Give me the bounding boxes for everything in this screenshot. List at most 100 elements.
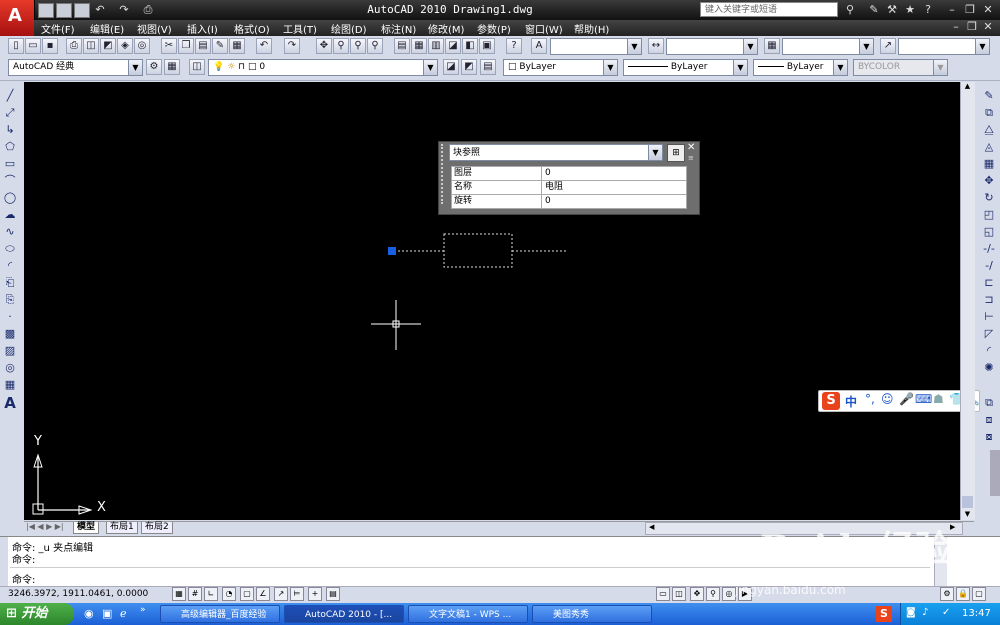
object-snap-icon[interactable]: ▢: [240, 587, 254, 601]
linetype-select[interactable]: ByLayer ▼: [623, 59, 748, 76]
panel-close-icon[interactable]: ✕: [687, 142, 695, 153]
user-icon[interactable]: ☗: [933, 392, 944, 406]
doc-minimize-icon[interactable]: –: [948, 20, 964, 34]
help-toolbar-icon[interactable]: ?: [506, 38, 522, 54]
point-icon[interactable]: ·: [2, 309, 18, 324]
pan-status-icon[interactable]: ✥: [690, 587, 704, 601]
scroll-up-icon[interactable]: ▲: [962, 82, 973, 92]
menu-file[interactable]: 文件(F): [41, 21, 75, 36]
cut-icon[interactable]: ✂: [161, 38, 177, 54]
send-back-icon[interactable]: ⧇: [981, 429, 997, 444]
panel-options-icon[interactable]: ≡: [688, 154, 694, 162]
print-preview-icon[interactable]: ◫: [83, 38, 99, 54]
coordinate-display[interactable]: 3246.3972, 1911.0461, 0.0000: [8, 589, 148, 599]
polar-tracking-icon[interactable]: ◔: [222, 587, 236, 601]
extend-icon[interactable]: -/: [981, 258, 997, 273]
multileader-style-icon[interactable]: ↗: [880, 38, 896, 54]
menu-modify[interactable]: 修改(M): [428, 21, 464, 36]
stretch-icon[interactable]: ◱: [981, 224, 997, 239]
select-objects-icon[interactable]: ⊞: [667, 144, 685, 162]
undo-icon[interactable]: ↶: [92, 3, 108, 17]
gradient-icon[interactable]: ▨: [2, 343, 18, 358]
offset-icon[interactable]: ◬: [981, 139, 997, 154]
zoom-previous-icon[interactable]: ⚲: [367, 38, 383, 54]
doc-restore-icon[interactable]: ❐: [964, 20, 980, 34]
menu-edit[interactable]: 编辑(E): [90, 21, 124, 36]
workspace-switch-icon[interactable]: ⚙: [940, 587, 954, 601]
taskbar-item-active[interactable]: AutoCAD 2010 - [...: [284, 605, 404, 623]
clock[interactable]: 13:47: [962, 608, 991, 619]
quicklaunch-office-icon[interactable]: ▣: [102, 607, 112, 620]
doc-close-icon[interactable]: ✕: [980, 20, 996, 34]
binoculars-icon[interactable]: ⚲: [842, 3, 858, 17]
etransmit-icon[interactable]: ◎: [134, 38, 150, 54]
text-style-select[interactable]: ▼: [550, 38, 642, 55]
zoom-window-icon[interactable]: ⚲: [350, 38, 366, 54]
microphone-icon[interactable]: 🎤: [899, 392, 914, 406]
dim-style-select[interactable]: ▼: [666, 38, 758, 55]
trim-icon[interactable]: -/-: [981, 241, 997, 256]
polygon-icon[interactable]: ⬠: [2, 139, 18, 154]
dim-style-icon[interactable]: ↔: [648, 38, 664, 54]
layer-select[interactable]: 💡 ☼ ⊓ □ 0 ▼: [208, 59, 438, 76]
join-icon[interactable]: ⊢: [981, 309, 997, 324]
menu-parametric[interactable]: 参数(P): [477, 21, 511, 36]
menu-insert[interactable]: 插入(I): [187, 21, 218, 36]
layer-states-icon[interactable]: ▤: [480, 59, 496, 75]
layer-properties-icon[interactable]: ◫: [189, 59, 205, 75]
help-icon[interactable]: ?: [920, 3, 936, 17]
move-icon[interactable]: ✥: [981, 173, 997, 188]
taskbar-item[interactable]: 文字文稿1 - WPS ...: [408, 605, 528, 623]
region-icon[interactable]: ◎: [2, 360, 18, 375]
scroll-right-icon[interactable]: ▶: [950, 523, 955, 531]
ime-toolbar[interactable]: S 中 °, ☺ 🎤 ⌨ ☗ 👕 🔧: [818, 390, 980, 412]
hatch-icon[interactable]: ▩: [2, 326, 18, 341]
plot-icon[interactable]: ⎙: [140, 3, 156, 17]
multileader-style-select[interactable]: ▼: [898, 38, 990, 55]
favorites-icon[interactable]: ★: [902, 3, 918, 17]
vertical-scrollbar[interactable]: ▲ ▼: [960, 82, 975, 520]
start-button[interactable]: ⊞ 开始: [0, 603, 74, 625]
open-icon[interactable]: [56, 3, 72, 18]
block-editor-icon[interactable]: ▦: [229, 38, 245, 54]
emoji-icon[interactable]: ☺: [881, 392, 894, 406]
rectangle-icon[interactable]: ▭: [2, 156, 18, 171]
text-style-icon[interactable]: A: [531, 38, 547, 54]
model-space-icon[interactable]: ▭: [656, 587, 670, 601]
grid-display-icon[interactable]: #: [188, 587, 202, 601]
sheet-set-icon[interactable]: ◪: [445, 38, 461, 54]
paste-icon[interactable]: ▤: [195, 38, 211, 54]
workspace-settings-icon[interactable]: ⚙: [146, 59, 162, 75]
command-grip[interactable]: [0, 537, 8, 587]
redo-toolbar-icon[interactable]: ↷: [284, 38, 300, 54]
quickcalc-icon[interactable]: ▣: [479, 38, 495, 54]
match-properties-icon[interactable]: ✎: [212, 38, 228, 54]
scale-icon[interactable]: ◰: [981, 207, 997, 222]
make-block-icon[interactable]: ⎘: [2, 292, 18, 307]
security-icon[interactable]: ✓: [942, 607, 950, 618]
explode-icon[interactable]: ✺: [981, 360, 997, 375]
zoom-realtime-icon[interactable]: ⚲: [333, 38, 349, 54]
search-input[interactable]: 键入关键字或短语: [700, 2, 838, 17]
volume-icon[interactable]: ♪: [922, 607, 928, 618]
scroll-left-icon[interactable]: ◀: [649, 523, 654, 531]
polyline-icon[interactable]: ↳: [2, 122, 18, 137]
customize-icon[interactable]: ▦: [164, 59, 180, 75]
table-style-icon[interactable]: ▦: [764, 38, 780, 54]
menu-view[interactable]: 视图(V): [137, 21, 172, 36]
taskbar-item[interactable]: 高级编辑器_百度经验: [160, 605, 280, 623]
table-style-select[interactable]: ▼: [782, 38, 874, 55]
arc-icon[interactable]: ⌒: [2, 173, 18, 188]
panel-grip[interactable]: [441, 144, 448, 204]
mtext-icon[interactable]: A: [2, 396, 18, 411]
communication-icon[interactable]: ✎: [866, 3, 882, 17]
dynamic-ucs-icon[interactable]: ↗: [274, 587, 288, 601]
line-icon[interactable]: ╱: [2, 88, 18, 103]
quicklaunch-browser-icon[interactable]: ◉: [84, 607, 94, 620]
steering-wheel-icon[interactable]: ◎: [722, 587, 736, 601]
menu-draw[interactable]: 绘图(D): [331, 21, 367, 36]
subscription-icon[interactable]: ⚒: [884, 3, 900, 17]
fillet-icon[interactable]: ◜: [981, 343, 997, 358]
spline-icon[interactable]: ∿: [2, 224, 18, 239]
table-icon[interactable]: ▦: [2, 377, 18, 392]
